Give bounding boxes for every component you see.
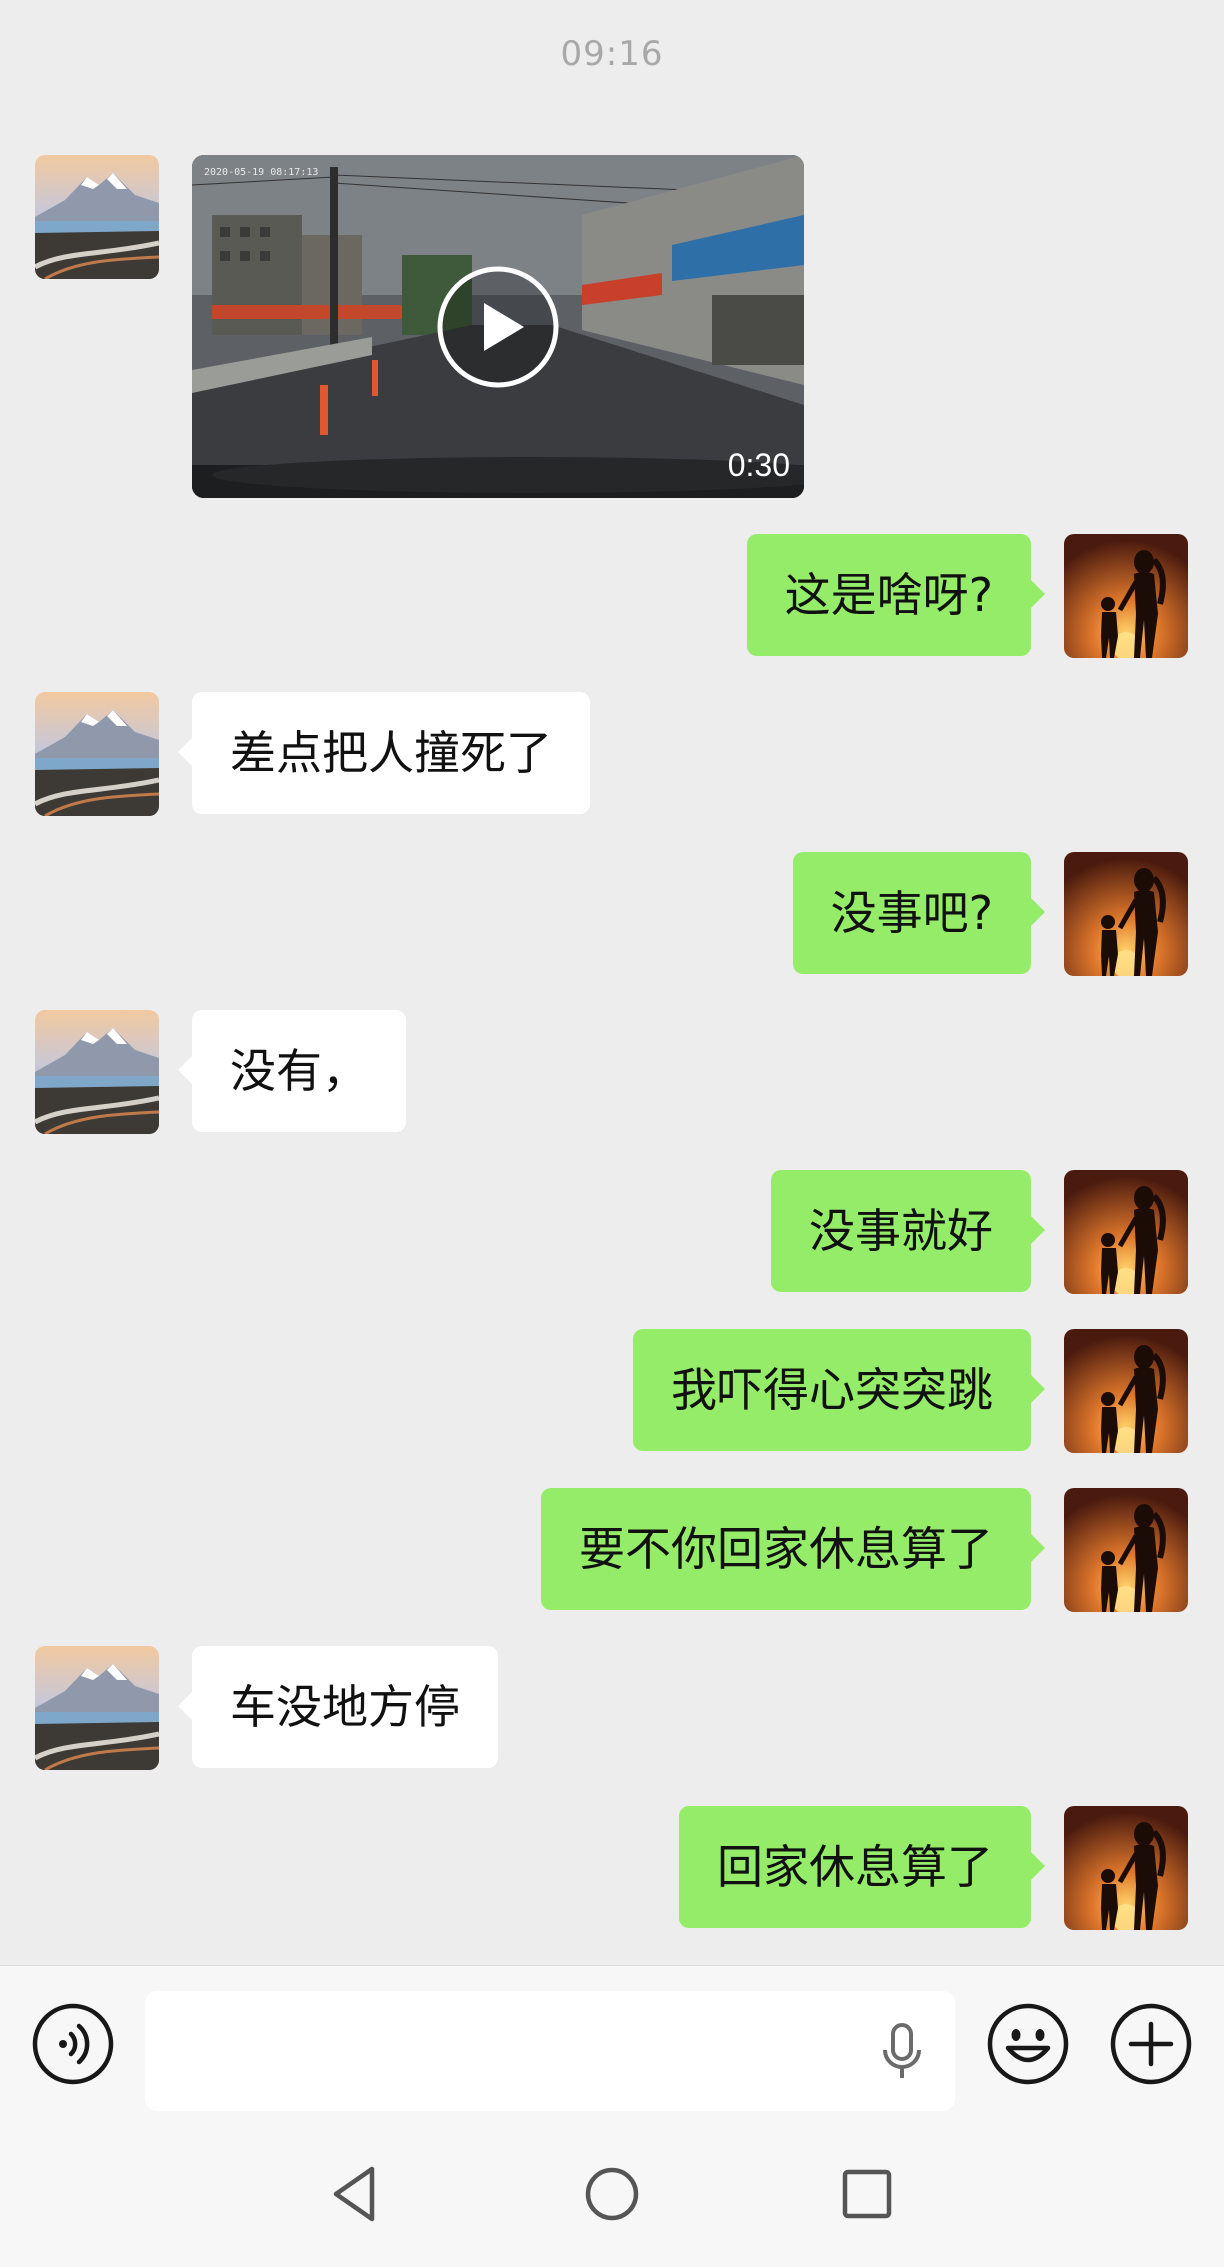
chat-input-bar (0, 1965, 1224, 2121)
play-icon[interactable] (436, 265, 560, 389)
microphone-icon (883, 2023, 921, 2078)
outgoing-message-bubble[interactable]: 要不你回家休息算了 (541, 1488, 1045, 1610)
outgoing-message-bubble[interactable]: 回家休息算了 (679, 1806, 1045, 1928)
contact-avatar[interactable] (35, 692, 159, 816)
contact-avatar[interactable] (35, 1646, 159, 1770)
outgoing-message-bubble[interactable]: 没事吧? (792, 852, 1046, 974)
outgoing-message-bubble[interactable]: 这是啥呀? (746, 534, 1046, 656)
my-avatar[interactable] (1064, 852, 1188, 976)
microphone-button[interactable] (880, 2022, 924, 2078)
my-avatar[interactable] (1064, 1329, 1188, 1453)
my-avatar[interactable] (1064, 1170, 1188, 1294)
voice-toggle-button[interactable] (31, 2002, 115, 2086)
square-recents-icon (842, 2169, 892, 2219)
my-avatar[interactable] (1064, 1488, 1188, 1612)
more-button[interactable] (1109, 2002, 1193, 2086)
incoming-message-bubble[interactable]: 差点把人撞死了 (178, 692, 590, 814)
back-button[interactable] (322, 2159, 392, 2229)
emoji-button[interactable] (986, 2002, 1070, 2086)
incoming-message-bubble[interactable]: 没有， (178, 1010, 406, 1132)
my-avatar[interactable] (1064, 534, 1188, 658)
video-message[interactable]: 2020-05-19 08:17:13 0:30 (192, 155, 804, 498)
outgoing-message-bubble[interactable]: 没事就好 (771, 1170, 1045, 1292)
home-button[interactable] (577, 2159, 647, 2229)
video-duration: 0:30 (727, 447, 790, 483)
message-input[interactable] (145, 1991, 955, 2111)
system-navigation-bar (0, 2121, 1224, 2267)
emoji-icon (987, 2003, 1069, 2085)
contact-avatar[interactable] (35, 1010, 159, 1134)
video-overlay-timestamp: 2020-05-19 08:17:13 (204, 167, 319, 178)
outgoing-message-bubble[interactable]: 我吓得心突突跳 (633, 1329, 1045, 1451)
voice-toggle-icon (32, 2003, 114, 2085)
chat-area[interactable]: 09:16 2020-05-19 08:17:13 0:30 这是啥呀? 差点把… (0, 0, 1224, 1965)
circle-home-icon (585, 2167, 639, 2221)
recents-button[interactable] (832, 2159, 902, 2229)
contact-avatar[interactable] (35, 155, 159, 279)
plus-icon (1110, 2003, 1192, 2085)
message-timestamp: 09:16 (560, 34, 664, 74)
incoming-message-bubble[interactable]: 车没地方停 (178, 1646, 498, 1768)
my-avatar[interactable] (1064, 1806, 1188, 1930)
triangle-back-icon (333, 2166, 375, 2222)
